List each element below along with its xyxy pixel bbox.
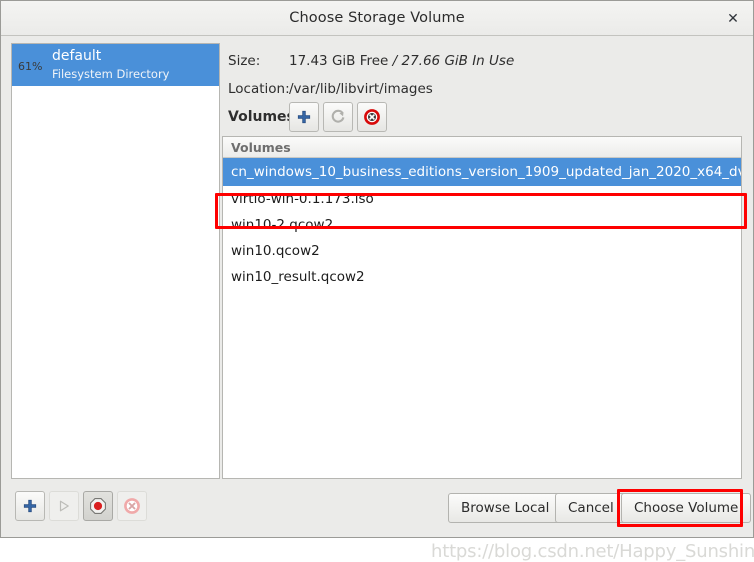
pool-type: Filesystem Directory	[52, 67, 170, 81]
pool-list-item[interactable]: 61% default Filesystem Directory	[12, 44, 219, 86]
choose-storage-volume-dialog: Choose Storage Volume ✕ 61% default File…	[0, 0, 754, 562]
stop-icon	[90, 498, 106, 514]
size-separator: /	[388, 53, 402, 69]
size-free-value: 17.43 GiB Free	[289, 53, 389, 69]
close-icon[interactable]: ✕	[722, 9, 744, 29]
dialog-body: 61% default Filesystem Directory Size: 1…	[1, 36, 754, 562]
delete-pool-button[interactable]	[117, 491, 147, 521]
watermark: https://blog.csdn.net/Happy_Sunshine_Boy	[431, 541, 754, 562]
delete-icon	[364, 109, 380, 125]
add-pool-button[interactable]	[15, 491, 45, 521]
refresh-volumes-button[interactable]	[323, 102, 353, 132]
volume-list-item[interactable]: win10-2.qcow2	[223, 212, 741, 238]
volumes-section-label: Volumes	[228, 109, 295, 125]
play-icon	[59, 500, 69, 512]
column-header-volumes: Volumes	[231, 140, 291, 155]
window-title: Choose Storage Volume	[289, 10, 465, 26]
refresh-icon	[331, 109, 345, 123]
volumes-toolbar	[289, 102, 387, 132]
storage-pool-list[interactable]: 61% default Filesystem Directory	[11, 43, 220, 479]
delete-volume-button[interactable]	[357, 102, 387, 132]
size-inuse-value: 27.66 GiB In Use	[401, 53, 515, 69]
volumes-list[interactable]: Volumes cn_windows_10_business_editions_…	[222, 136, 742, 479]
volume-list-item[interactable]: win10.qcow2	[223, 238, 741, 264]
plus-icon	[297, 110, 311, 124]
add-volume-button[interactable]	[289, 102, 319, 132]
location-value: /var/lib/libvirt/images	[289, 81, 433, 97]
pool-usage-percent: 61%	[18, 60, 43, 73]
volume-list-item[interactable]: win10_result.qcow2	[223, 264, 741, 290]
size-value: 17.43 GiB Free / 27.66 GiB In Use	[289, 53, 514, 69]
volumes-list-header: Volumes	[223, 137, 741, 158]
stop-pool-button[interactable]	[83, 491, 113, 521]
start-pool-button[interactable]	[49, 491, 79, 521]
cancel-button[interactable]: Cancel	[555, 493, 627, 523]
pool-toolbar	[15, 491, 147, 521]
plus-icon	[23, 499, 37, 513]
browse-local-button[interactable]: Browse Local	[448, 493, 563, 523]
choose-volume-button[interactable]: Choose Volume	[621, 493, 752, 523]
volume-list-item[interactable]: virtio-win-0.1.173.iso	[223, 186, 741, 212]
delete-icon	[124, 498, 140, 514]
titlebar: Choose Storage Volume ✕	[1, 1, 753, 36]
pool-name: default	[52, 48, 102, 64]
location-label: Location:	[228, 81, 290, 97]
size-label: Size:	[228, 53, 261, 69]
volume-list-item[interactable]: cn_windows_10_business_editions_version_…	[223, 158, 741, 186]
